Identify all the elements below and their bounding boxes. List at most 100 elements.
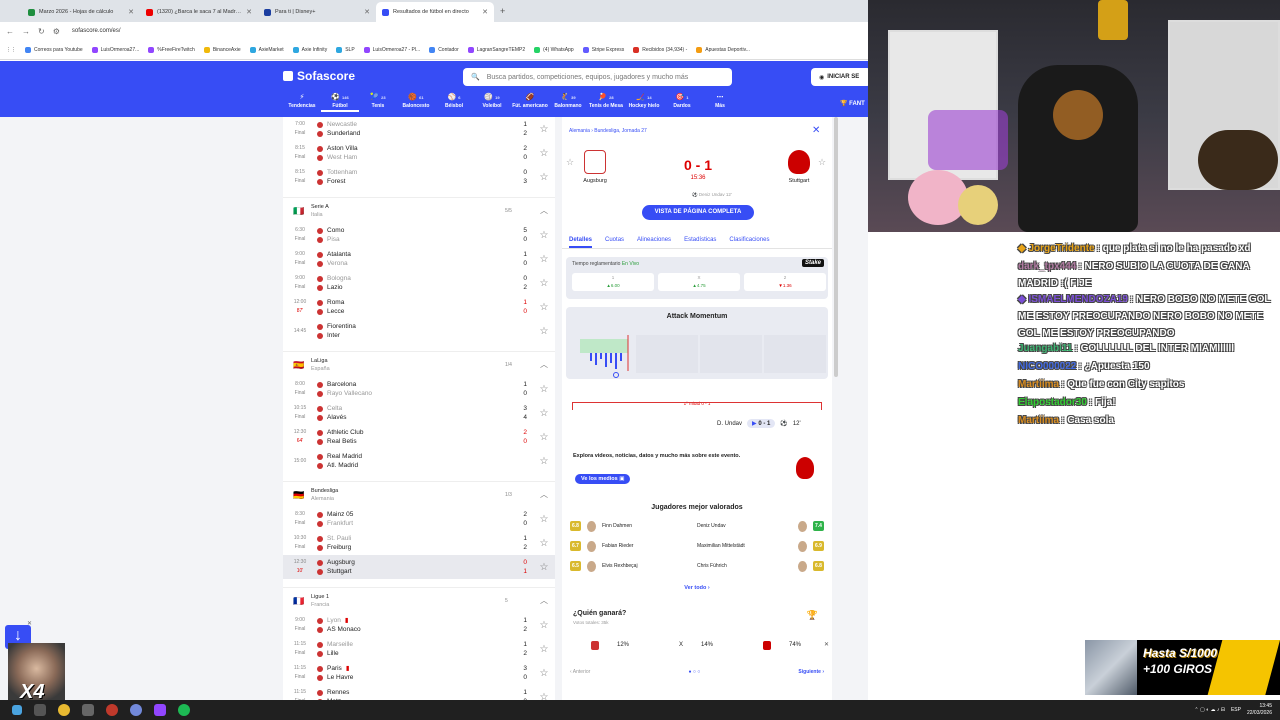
favorite-star-icon[interactable]: ☆ [533,644,555,655]
reload-icon[interactable]: ↻ [38,27,45,36]
player-row[interactable]: 6.8 Finn Dahmen Deniz Undav 7.4 [570,519,824,533]
match-row[interactable]: 9:00 Final Lyon ▮ AS Monaco 1 2 ☆ [283,613,555,637]
close-tab-icon[interactable]: ✕ [482,8,488,16]
favorite-star-icon[interactable]: ☆ [533,384,555,395]
tab-clasificaciones[interactable]: Clasificaciones [729,232,769,248]
match-row[interactable]: 12:30 64' Athletic Club Real Betis 2 0 ☆ [283,425,555,449]
ad-banner[interactable]: Hasta S/1000 +100 GIROS [1085,640,1280,695]
browser-tab[interactable]: (1320) ¿Barca le saca 7 al Madrid? ✕ [140,2,258,22]
discord-icon[interactable] [130,704,142,716]
fantasy-link[interactable]: 🏆 FANT [840,100,865,107]
bookmark[interactable]: Recibidos (34,934) - [633,46,687,53]
new-tab-icon[interactable]: + [500,6,505,16]
close-tab-icon[interactable]: ✕ [364,8,370,16]
favorite-star-icon[interactable]: ☆ [533,620,555,631]
chat-username[interactable]: ISMAELMENDOZA19 [1028,294,1127,305]
chrome-icon[interactable] [58,704,70,716]
chat-username[interactable]: NICO000022 [1018,361,1076,372]
bookmark[interactable]: Apuestas Deportiv... [696,46,750,53]
match-row[interactable]: 8:00 Final Barcelona Rayo Vallecano 1 0 ☆ [283,377,555,401]
odds-option[interactable]: 2 ▼1.36 [744,273,826,291]
away-team[interactable]: Stuttgart [774,150,824,184]
windows-start-icon[interactable] [12,705,22,715]
match-row[interactable]: 8:30 Final Mainz 05 Frankfurt 2 0 ☆ [283,507,555,531]
chat-username[interactable]: Elapostador30 [1018,397,1087,408]
favorite-star-icon[interactable]: ☆ [533,254,555,265]
obs-icon[interactable] [106,704,118,716]
vote-option[interactable]: X 14% [656,637,736,653]
chat-username[interactable]: Martiima [1018,415,1059,426]
bookmark[interactable]: %FreeFireTwitch [148,46,195,53]
full-page-button[interactable]: VISTA DE PÁGINA COMPLETA [642,205,754,220]
close-icon[interactable]: ✕ [812,125,820,136]
match-row[interactable]: 12:00 87' Roma Lecce 1 0 ☆ [283,295,555,319]
spotify-icon[interactable] [178,704,190,716]
close-icon[interactable]: ✕ [27,620,32,627]
bookmark[interactable]: Correos para Youtube [25,46,83,53]
bookmark[interactable]: LagranSangreTEMP2 [467,46,525,53]
match-row[interactable]: 8:15 Final Aston Villa West Ham 2 0 ☆ [283,141,555,165]
sport-tab-béisbol[interactable]: ⚾ 6 Béisbol [435,94,473,112]
match-row[interactable]: 8:15 Final Tottenham Forest 0 3 ☆ [283,165,555,189]
chevron-up-icon[interactable]: ︿ [533,205,555,216]
apps-icon[interactable]: ⋮⋮ [6,47,16,53]
login-button[interactable]: ◉ INICIAR SE [811,68,871,86]
bookmark[interactable]: LuisOrmeroa27 - Pl... [363,46,420,53]
match-row[interactable]: 9:00 Final Bologna Lazio 0 2 ☆ [283,271,555,295]
close-tab-icon[interactable]: ✕ [246,8,252,16]
browser-tab[interactable]: Para ti | Disney+ ✕ [258,2,376,22]
odds-option[interactable]: X ▲4.75 [658,273,740,291]
favorite-star-icon[interactable]: ☆ [533,514,555,525]
close-tab-icon[interactable]: ✕ [128,8,134,16]
match-row[interactable]: 6:30 Final Como Pisa 5 0 ☆ [283,223,555,247]
forward-icon[interactable]: → [22,27,30,36]
tab-cuotas[interactable]: Cuotas [605,232,624,248]
terminal-icon[interactable] [82,704,94,716]
favorite-star-icon[interactable]: ☆ [533,456,555,467]
search-icon[interactable] [34,704,46,716]
sport-tab-fút-americano[interactable]: 🏈 Fút. americano [511,94,549,112]
favorite-star-icon[interactable]: ☆ [533,230,555,241]
match-row[interactable]: 15:00 Real Madrid Atl. Madrid ☆ [283,449,555,473]
tab-estadísticas[interactable]: Estadísticas [684,232,716,248]
player-row[interactable]: 6.7 Fabian Rieder Maximilian Mittelstädt 6.… [570,539,824,553]
breadcrumb[interactable]: Alemania › Bundesliga, Jornada 27 [569,128,647,134]
favorite-star-icon[interactable]: ☆ [533,278,555,289]
favorite-star-icon[interactable]: ☆ [533,148,555,159]
search-input[interactable]: 🔍 Busca partidos, competiciones, equipos,… [463,68,732,86]
league-header[interactable]: 🇮🇹 Serie A Italia 5/5 ︿ [283,197,555,223]
sport-tab-tendencias[interactable]: ⚡ Tendencias [283,94,321,112]
favorite-star-icon[interactable]: ☆ [533,408,555,419]
league-header[interactable]: 🇩🇪 Bundesliga Alemania 1/3 ︿ [283,481,555,507]
match-row[interactable]: 11:15 Final Marseille Lille 1 2 ☆ [283,637,555,661]
chevron-up-icon[interactable]: ︿ [533,489,555,500]
sport-tab-tenis[interactable]: 🎾 23 Tenis [359,94,397,112]
back-icon[interactable]: ← [6,27,14,36]
match-row[interactable]: 14:45 Fiorentina Inter ☆ [283,319,555,343]
favorite-star-icon[interactable]: ☆ [533,302,555,313]
favorite-star-icon[interactable]: ☆ [533,668,555,679]
chat-username[interactable]: dark_tpx444 [1018,261,1076,272]
scrollbar[interactable] [834,117,838,377]
favorite-star-icon[interactable]: ☆ [533,562,555,573]
match-row[interactable]: 11:15 Final Paris ▮ Le Havre 3 0 ☆ [283,661,555,685]
browser-tab[interactable]: Marzo 2026 - Hojas de cálculo ✕ [22,2,140,22]
sport-tab-balonmano[interactable]: 🤾 39 Balonmano [549,94,587,112]
stake-logo[interactable]: Stake [801,259,824,267]
bookmark[interactable]: AxieMarket [249,46,284,53]
bookmark[interactable]: SLP [336,46,355,53]
chat-username[interactable]: JorgeTridente [1028,243,1094,254]
site-info-icon[interactable]: ⚙ [53,27,60,36]
sport-tab-fútbol[interactable]: ⚽ 146 Fútbol [321,94,359,112]
language-indicator[interactable]: ESP [1231,707,1241,713]
favorite-star-icon[interactable]: ☆ [533,538,555,549]
twitch-icon[interactable] [154,704,166,716]
bookmark[interactable]: Contador [429,46,459,53]
favorite-star-icon[interactable]: ☆ [533,124,555,135]
tab-alineaciones[interactable]: Alineaciones [637,232,671,248]
favorite-star-icon[interactable]: ☆ [533,326,555,337]
match-row[interactable]: 10:30 Final St. Pauli Freiburg 1 2 ☆ [283,531,555,555]
league-header[interactable]: 🇪🇸 LaLiga España 1/4 ︿ [283,351,555,377]
sport-tab-tenis-de-mesa[interactable]: 🏓 28 Tenis de Mesa [587,94,625,112]
match-row[interactable]: 9:00 Final Atalanta Verona 1 0 ☆ [283,247,555,271]
